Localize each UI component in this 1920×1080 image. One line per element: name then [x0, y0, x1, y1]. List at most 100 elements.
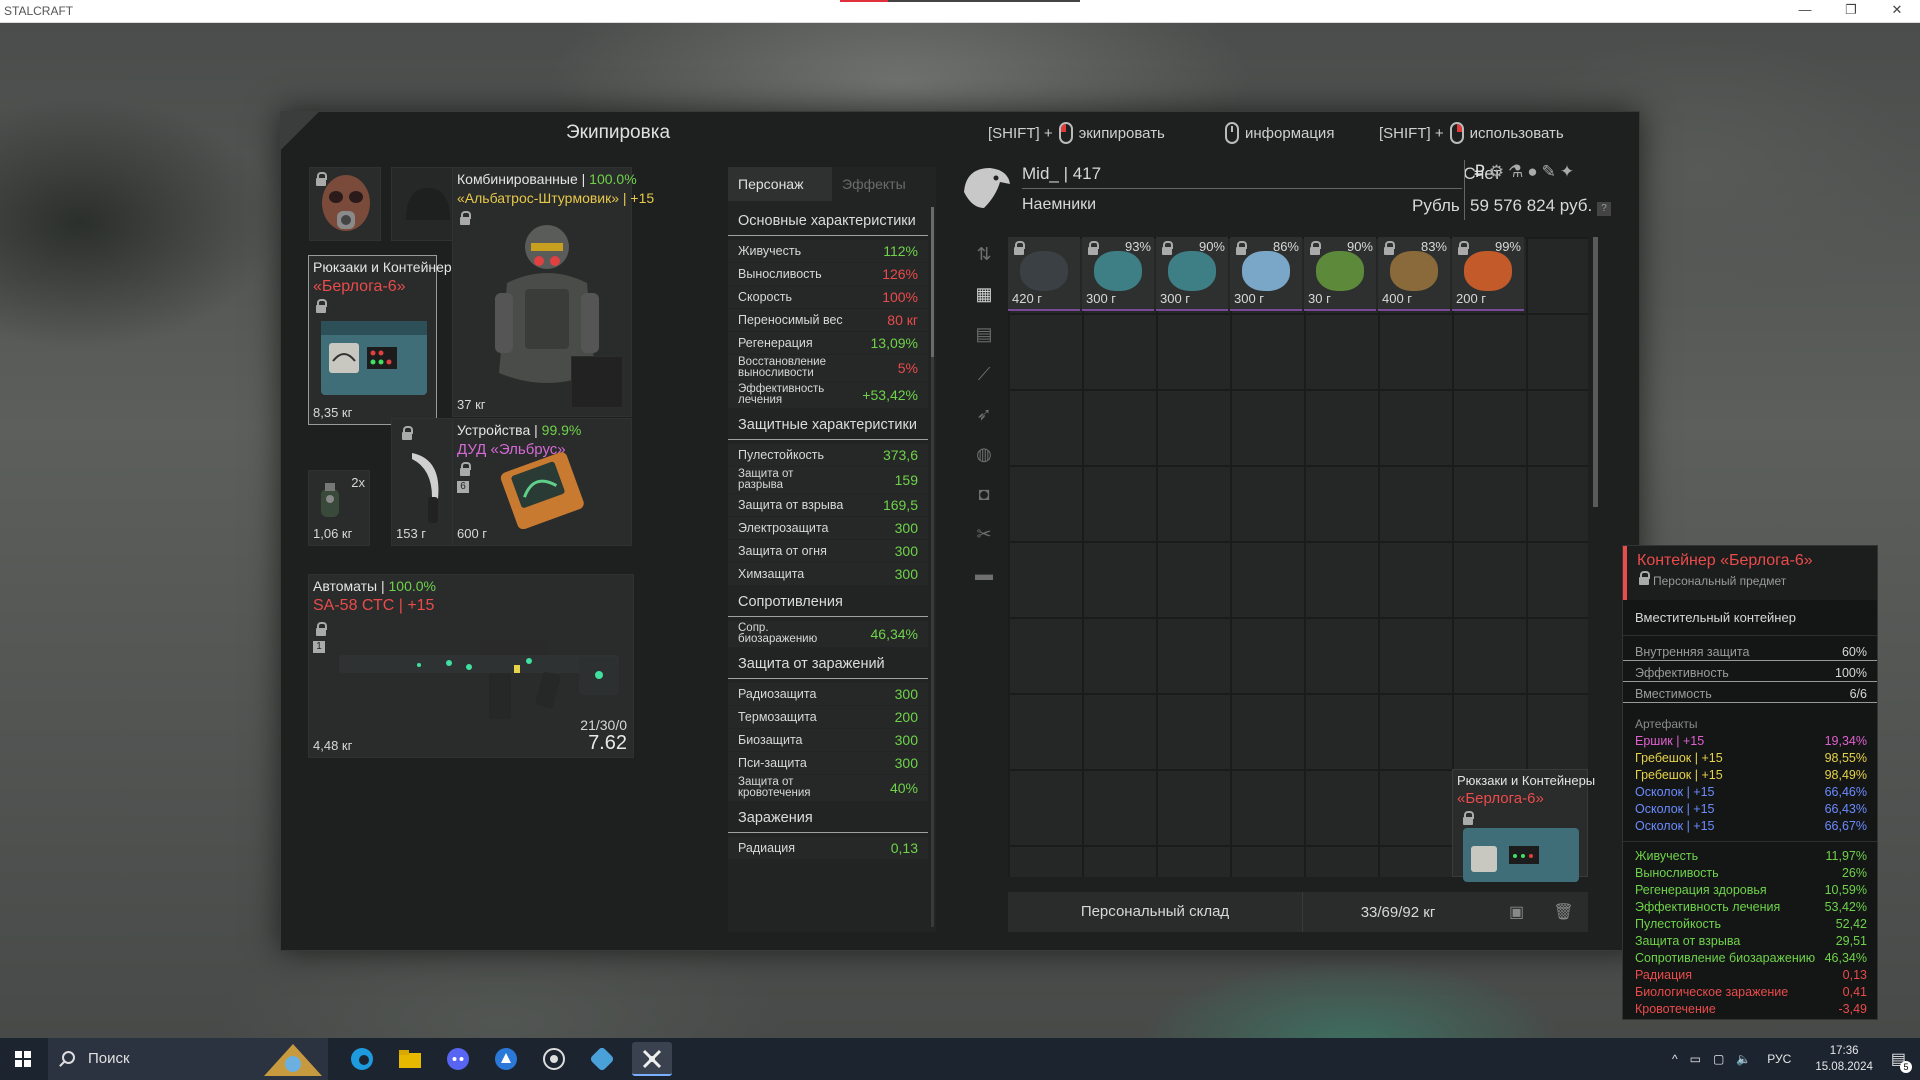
artifact-icon	[1094, 251, 1142, 291]
inventory-item[interactable]: 420 г	[1008, 237, 1080, 311]
container-name: «Берлога-6»	[313, 278, 406, 295]
taskbar-search[interactable]: Поиск	[48, 1038, 328, 1080]
tooltip-artifacts-title: Артефакты	[1635, 717, 1698, 731]
inventory-item[interactable]: 86% 300 г	[1230, 237, 1302, 311]
item-durability: 93%	[1124, 239, 1151, 254]
steam-icon[interactable]	[534, 1042, 574, 1076]
armor-weight: 37 кг	[457, 397, 486, 412]
tab-character[interactable]: Персонаж	[728, 167, 832, 201]
stats-list: Основные характеристики Живучесть 112% Выно…	[728, 205, 936, 925]
tooltip-row-label: Пулестойкость	[1635, 917, 1722, 931]
weapons-category-icon[interactable]: ⟋	[966, 357, 1002, 391]
volume-icon[interactable]: 🔈	[1736, 1052, 1751, 1066]
stalcraft-taskbar-icon[interactable]	[632, 1042, 672, 1076]
lock-icon	[1236, 241, 1247, 258]
tooltip-row: Биологическое заражение 0,41	[1623, 984, 1877, 1001]
inventory-grid[interactable]: 420 г 93% 300 г 90% 300 г 86% 300 г 90% 30 г 83% 4…	[1008, 237, 1595, 882]
item-durability: 99%	[1494, 239, 1521, 254]
currency-icons[interactable]: ₽⚙⚗●✎✦	[1474, 162, 1578, 182]
ruble-icon[interactable]: ₽	[1474, 162, 1489, 181]
sort-icon[interactable]: ⇅	[966, 237, 1002, 271]
inventory-item[interactable]: 90% 300 г	[1156, 237, 1228, 311]
primary-weapon-slot[interactable]: Автоматы | 100.0% SA-58 СТС | +15 1 21/3…	[308, 574, 634, 758]
karambit-knife-icon	[412, 453, 439, 523]
lock-icon	[1088, 241, 1099, 258]
stat-label: Защита от взрыва	[738, 498, 844, 512]
network-icon[interactable]: ▭	[1690, 1052, 1701, 1066]
stat-label: Сопр. биозаражению	[738, 622, 818, 645]
stat-row: Электрозащита 300	[728, 517, 928, 539]
lock-icon	[1310, 241, 1321, 258]
artifact-icon	[1390, 251, 1438, 291]
storage-bar: Персональный склад 33/69/92 кг ▣ 🗑	[1008, 892, 1588, 932]
device-slot[interactable]: Устройства | 99.9% ДУД «Эльбрус» 6 600 г	[452, 418, 632, 546]
inventory-scrollbar[interactable]	[1593, 237, 1598, 507]
stats-panel: Персонаж Эффекты Основные характеристики…	[728, 167, 936, 932]
restore-button[interactable]: ❐	[1828, 0, 1874, 23]
tooltip-row-label: Сопротивление биозаражению	[1635, 951, 1816, 965]
minimize-button[interactable]: —	[1782, 0, 1828, 23]
clock[interactable]: 17:36 15.08.2024	[1815, 1043, 1873, 1075]
inventory-item[interactable]: 93% 300 г	[1082, 237, 1154, 311]
gear-currency-icon[interactable]: ⚙	[1489, 162, 1508, 181]
stat-label: Скорость	[738, 290, 792, 304]
inventory-item[interactable]: 99% 200 г	[1452, 237, 1524, 311]
tools-category-icon[interactable]: ✂	[966, 517, 1002, 551]
ammo-category-icon[interactable]: ➶	[966, 397, 1002, 431]
stats-section-title: Защита от заражений	[728, 648, 928, 679]
badge-currency-icon[interactable]: ✦	[1560, 162, 1578, 181]
game-launcher-icon[interactable]	[582, 1042, 622, 1076]
inventory-item[interactable]: 83% 400 г	[1378, 237, 1450, 311]
app-launcher-icon[interactable]	[486, 1042, 526, 1076]
armor-durability: 100.0%	[589, 171, 637, 187]
discord-icon[interactable]	[438, 1042, 478, 1076]
stats-scrollbar[interactable]	[931, 207, 934, 927]
stats-tabs: Персонаж Эффекты	[728, 167, 936, 201]
help-icon[interactable]: ?	[1596, 202, 1611, 216]
tray-expand-icon[interactable]: ^	[1672, 1052, 1678, 1066]
lock-icon	[460, 462, 471, 479]
tab-effects[interactable]: Эффекты	[832, 167, 936, 201]
inventory-panel: Mid_ | 417 Наемники Счет ₽⚙⚗●✎✦ Рубль 59…	[936, 112, 1641, 952]
stat-label: Электрозащита	[738, 521, 829, 535]
misc-category-icon[interactable]: ▬	[966, 557, 1002, 591]
devices-category-icon[interactable]: ◘	[966, 477, 1002, 511]
armor-slot[interactable]: Комбинированные | 100.0% «Альбатрос-Штур…	[452, 167, 654, 417]
container-berloga-icon	[321, 321, 427, 395]
artifacts-category-icon[interactable]: ◍	[966, 437, 1002, 471]
language-indicator[interactable]: РУС	[1767, 1052, 1791, 1066]
trash-icon[interactable]: 🗑	[1540, 902, 1587, 922]
tooltip-header: Контейнер «Берлога-6» Персональный предм…	[1623, 546, 1877, 600]
tooltip-row: Радиация 0,13	[1623, 967, 1877, 984]
tooltip-row-label: Осколок | +15	[1635, 785, 1715, 799]
notifications-icon[interactable]: ▤ 5	[1891, 1049, 1912, 1073]
stat-label: Биозащита	[738, 733, 803, 747]
edge-browser-icon[interactable]	[342, 1042, 382, 1076]
clock-date: 15.08.2024	[1815, 1061, 1873, 1073]
balance-amount: 59 576 824 руб.	[1470, 196, 1593, 215]
grid-container-item[interactable]: Рюкзаки и Контейнеры «Берлога-6»	[1452, 769, 1595, 882]
container-slot[interactable]: Рюкзаки и Контейнеры «Берлога-6» 8,35 кг	[308, 255, 462, 425]
start-button[interactable]	[0, 1038, 46, 1080]
all-items-grid-icon[interactable]: ▦	[966, 277, 1002, 311]
close-button[interactable]: ✕	[1874, 0, 1920, 23]
artifact-icon	[1020, 251, 1068, 291]
file-explorer-icon[interactable]	[390, 1042, 430, 1076]
display-icon[interactable]: ▢	[1713, 1052, 1724, 1066]
ticket-currency-icon[interactable]: ✎	[1542, 162, 1560, 181]
rifle-header: Автоматы | 100.0%	[313, 578, 436, 594]
stat-value: 0,13	[890, 840, 918, 856]
inventory-item[interactable]: 90% 30 г	[1304, 237, 1376, 311]
personal-storage-button[interactable]: Персональный склад	[1008, 892, 1303, 932]
flask-currency-icon[interactable]: ⚗	[1508, 162, 1527, 181]
face-mask-slot[interactable]	[309, 167, 381, 241]
rifle-weight: 4,48 кг	[313, 738, 353, 753]
grenade-count: 2x	[351, 475, 365, 490]
stat-value: 13,09%	[870, 335, 918, 351]
armor-category-icon[interactable]: ▤	[966, 317, 1002, 351]
backpack-icon[interactable]: ▣	[1493, 902, 1540, 922]
token-currency-icon[interactable]: ●	[1527, 162, 1541, 181]
armor-module-slot[interactable]	[571, 356, 623, 408]
grenade-slot[interactable]: 2x 1,06 кг	[308, 470, 370, 546]
tooltip-row-value: 0,13	[1842, 968, 1867, 982]
